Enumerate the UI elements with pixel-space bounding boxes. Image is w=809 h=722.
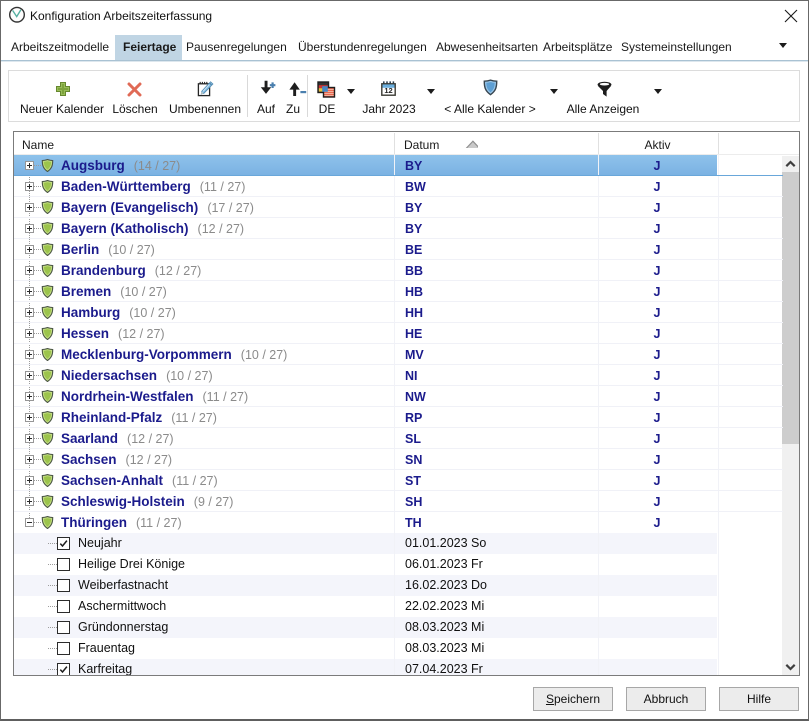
svg-text:12: 12 bbox=[384, 86, 392, 95]
